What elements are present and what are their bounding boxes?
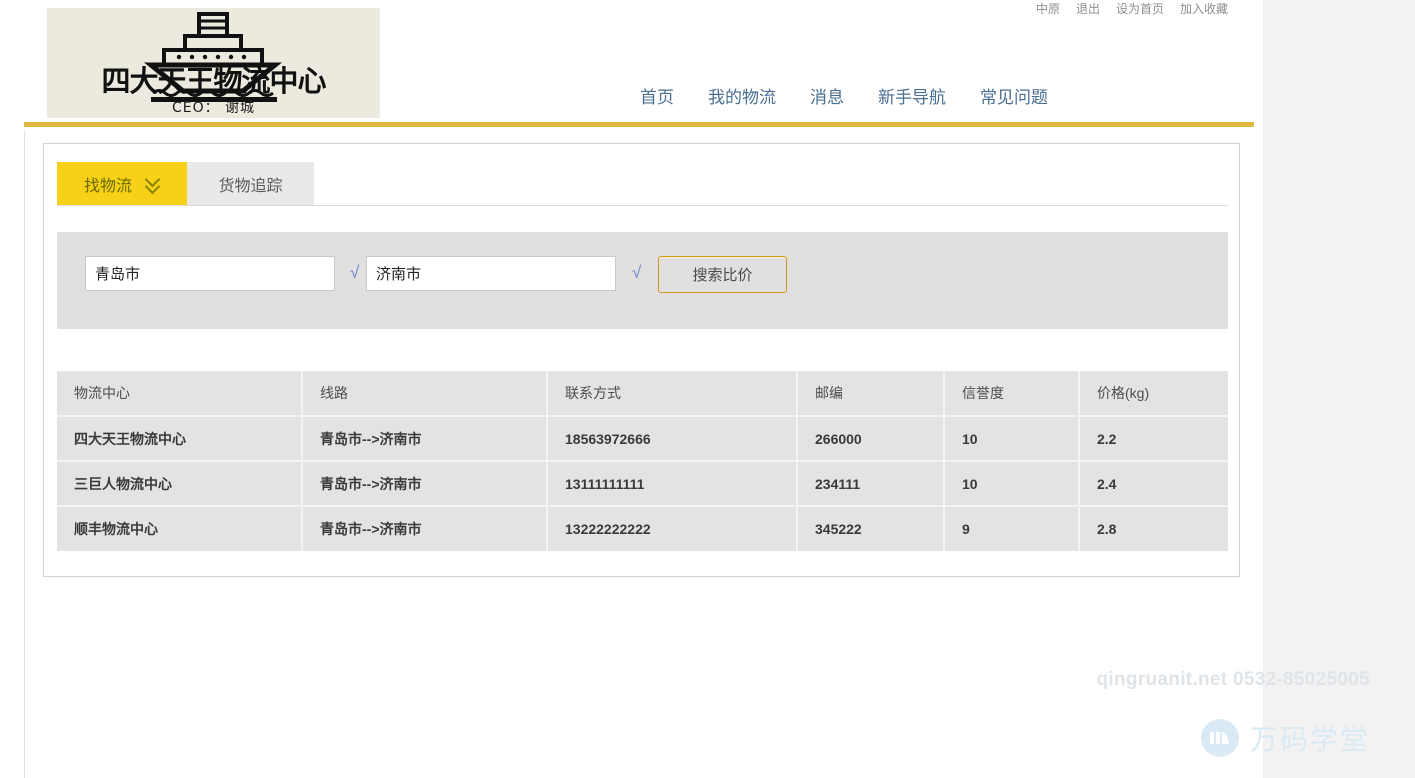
nav-item-my-logistics[interactable]: 我的物流 <box>708 82 776 114</box>
table-row[interactable]: 四大天王物流中心 青岛市-->济南市 18563972666 266000 10… <box>57 416 1228 461</box>
cell-contact: 13222222222 <box>547 506 797 551</box>
nav-item-home[interactable]: 首页 <box>640 82 674 114</box>
user-name-link[interactable]: 中原 <box>1036 0 1060 18</box>
table-row[interactable]: 顺丰物流中心 青岛市-->济南市 13222222222 345222 9 2.… <box>57 506 1228 551</box>
cell-center: 顺丰物流中心 <box>57 506 302 551</box>
destination-valid-check-icon: √ <box>632 262 641 284</box>
cell-price: 2.2 <box>1079 416 1228 461</box>
tab-find-logistics[interactable]: 找物流 <box>57 162 187 205</box>
cell-price: 2.4 <box>1079 461 1228 506</box>
tab-cargo-tracking-label: 货物追踪 <box>218 172 282 196</box>
table-row[interactable]: 三巨人物流中心 青岛市-->济南市 13111111111 234111 10 … <box>57 461 1228 506</box>
content-card: 找物流 货物追踪 √ √ 搜索比价 物流中心 <box>43 143 1240 577</box>
cell-route: 青岛市-->济南市 <box>302 506 547 551</box>
search-compare-button[interactable]: 搜索比价 <box>658 256 787 293</box>
double-chevron-down-icon <box>146 175 160 193</box>
cell-zip: 234111 <box>797 461 944 506</box>
nav-item-guide[interactable]: 新手导航 <box>878 82 946 114</box>
nav-item-messages[interactable]: 消息 <box>810 82 844 114</box>
cell-route: 青岛市-->济南市 <box>302 416 547 461</box>
table-header-row: 物流中心 线路 联系方式 邮编 信誉度 价格(kg) <box>57 371 1228 416</box>
tab-strip: 找物流 货物追踪 <box>57 162 314 205</box>
cell-price: 2.8 <box>1079 506 1228 551</box>
logo-subtitle: CEO： 谢城 <box>47 97 380 117</box>
results-table: 物流中心 线路 联系方式 邮编 信誉度 价格(kg) 四大天王物流中心 青岛市-… <box>57 371 1228 551</box>
column-header-price: 价格(kg) <box>1079 371 1228 416</box>
brand-logo-icon <box>1201 719 1239 757</box>
cell-credit: 10 <box>944 416 1079 461</box>
cell-zip: 266000 <box>797 416 944 461</box>
column-header-zip: 邮编 <box>797 371 944 416</box>
set-homepage-link[interactable]: 设为首页 <box>1116 0 1164 18</box>
logo-title: 四大天王物流中心 <box>47 66 380 96</box>
cell-center: 四大天王物流中心 <box>57 416 302 461</box>
logout-link[interactable]: 退出 <box>1076 0 1100 18</box>
main-navigation: 首页 我的物流 消息 新手导航 常见问题 <box>640 82 1048 114</box>
cell-credit: 9 <box>944 506 1079 551</box>
cell-contact: 13111111111 <box>547 461 797 506</box>
site-logo[interactable]: 四大天王物流中心 . 四大天王物流中心 CEO： 谢城 <box>47 8 380 118</box>
column-header-route: 线路 <box>302 371 547 416</box>
add-favorite-link[interactable]: 加入收藏 <box>1180 0 1228 18</box>
cell-route: 青岛市-->济南市 <box>302 461 547 506</box>
header-divider <box>24 122 1254 127</box>
cell-center: 三巨人物流中心 <box>57 461 302 506</box>
destination-city-input[interactable] <box>366 256 616 291</box>
watermark-site-phone: qingruanit.net 0532-85025005 <box>1097 669 1370 691</box>
tab-strip-underline <box>57 205 1228 206</box>
column-header-credit: 信誉度 <box>944 371 1079 416</box>
search-compare-button-label: 搜索比价 <box>692 264 752 285</box>
watermark-brand: 万码学堂 <box>1201 718 1370 758</box>
origin-city-input[interactable] <box>85 256 335 291</box>
column-header-contact: 联系方式 <box>547 371 797 416</box>
page-left-rule <box>24 130 25 778</box>
search-panel: √ √ 搜索比价 <box>57 232 1228 329</box>
origin-valid-check-icon: √ <box>350 262 359 284</box>
cell-zip: 345222 <box>797 506 944 551</box>
tab-cargo-tracking[interactable]: 货物追踪 <box>187 162 314 205</box>
page-canvas: 中原 退出 设为首页 加入收藏 四大天王物流中心 <box>0 0 1263 778</box>
tab-find-logistics-label: 找物流 <box>84 172 132 196</box>
top-utility-bar: 中原 退出 设为首页 加入收藏 <box>1036 0 1228 18</box>
cell-contact: 18563972666 <box>547 416 797 461</box>
column-header-center: 物流中心 <box>57 371 302 416</box>
watermark-brand-text: 万码学堂 <box>1250 718 1370 758</box>
cell-credit: 10 <box>944 461 1079 506</box>
nav-item-faq[interactable]: 常见问题 <box>980 82 1048 114</box>
